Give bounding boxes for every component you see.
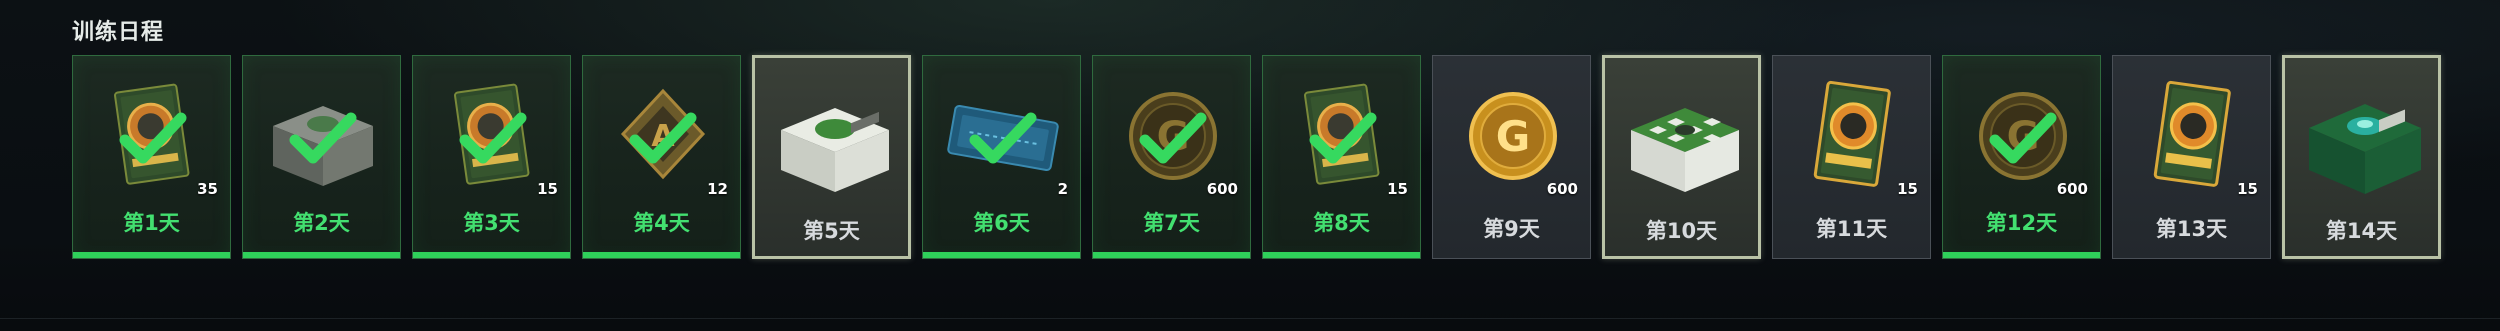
reward-count: 600 <box>1206 180 1238 198</box>
checker-crate-icon <box>1605 58 1758 223</box>
reward-count: 600 <box>2056 180 2088 198</box>
day-card-2[interactable]: 第2天 <box>242 55 401 259</box>
reward-count: 2 <box>1057 180 1068 198</box>
reward-count: 12 <box>707 180 728 198</box>
divider <box>0 318 2500 319</box>
day-card-7[interactable]: G 600 第7天 <box>1092 55 1251 259</box>
emerald-crate-icon <box>2285 58 2438 223</box>
day-card-9[interactable]: G 600 第9天 <box>1432 55 1591 259</box>
section-title: 训练日程 <box>72 20 165 45</box>
reward-count: 600 <box>1546 180 1578 198</box>
checkmark-icon <box>289 112 357 164</box>
day-card-6[interactable]: 2 第6天 <box>922 55 1081 259</box>
day-card-4[interactable]: A 12 第4天 <box>582 55 741 259</box>
day-label: 第4天 <box>633 211 690 235</box>
day-label: 第1天 <box>123 211 180 235</box>
reward-count: 15 <box>1897 180 1918 198</box>
day-label: 第14天 <box>2325 219 2398 243</box>
reward-count: 15 <box>2237 180 2258 198</box>
svg-text:G: G <box>1496 112 1530 161</box>
day-label: 第3天 <box>463 211 520 235</box>
day-label: 第13天 <box>2155 217 2228 241</box>
day-card-8[interactable]: 15 第8天 <box>1262 55 1421 259</box>
day-card-13[interactable]: 15 第13天 <box>2112 55 2271 259</box>
day-card-1[interactable]: 35 第1天 <box>72 55 231 259</box>
day-label: 第11天 <box>1815 217 1888 241</box>
day-label: 第5天 <box>803 219 860 243</box>
day-label: 第6天 <box>973 211 1030 235</box>
day-card-11[interactable]: 15 第11天 <box>1772 55 1931 259</box>
day-card-12[interactable]: G 600 第12天 <box>1942 55 2101 259</box>
day-card-3[interactable]: 15 第3天 <box>412 55 571 259</box>
day-label: 第9天 <box>1483 217 1540 241</box>
green-crate-icon <box>755 58 908 223</box>
day-card-10[interactable]: 第10天 <box>1602 55 1761 259</box>
reward-count: 15 <box>537 180 558 198</box>
day-label: 第7天 <box>1143 211 1200 235</box>
day-label: 第12天 <box>1985 211 2058 235</box>
day-label: 第10天 <box>1645 219 1718 243</box>
day-label: 第8天 <box>1313 211 1370 235</box>
reward-count: 15 <box>1387 180 1408 198</box>
day-label: 第2天 <box>293 211 350 235</box>
reward-count: 35 <box>197 180 218 198</box>
day-card-14[interactable]: 第14天 <box>2282 55 2441 259</box>
day-card-5[interactable]: 第5天 <box>752 55 911 259</box>
daily-reward-track: 35 第1天 第2天 15 第3天 A 12 第4天 第5天 2 第6天 G 6… <box>72 55 2441 259</box>
